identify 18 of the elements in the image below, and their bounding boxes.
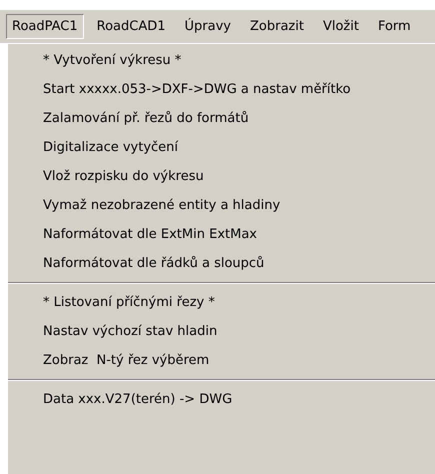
- menu-item[interactable]: Naformátovat dle ExtMin ExtMax: [8, 220, 435, 249]
- menu-bar-item[interactable]: Zobrazit: [244, 14, 310, 39]
- menu-bar-item[interactable]: Úpravy: [178, 14, 237, 39]
- menu-item[interactable]: Start xxxxx.053->DXF->DWG a nastav měřítko: [8, 75, 435, 104]
- menu-item[interactable]: Zalamování př. řezů do formátů: [8, 104, 435, 133]
- menu-item[interactable]: * Listovaní příčnými řezy *: [8, 288, 435, 317]
- menu-bar-item[interactable]: Vložit: [316, 14, 365, 39]
- menu-item[interactable]: Nastav výchozí stav hladin: [8, 317, 435, 346]
- menu-bar-item[interactable]: Form: [372, 14, 417, 39]
- menu-item[interactable]: * Vytvoření výkresu *: [8, 46, 435, 75]
- menu-bar-item[interactable]: RoadPAC1: [6, 14, 84, 39]
- menu-item[interactable]: Vlož rozpisku do výkresu: [8, 162, 435, 191]
- menu-item[interactable]: Data xxx.V27(terén) -> DWG: [8, 385, 435, 414]
- menu-bar-item[interactable]: RoadCAD1: [90, 14, 172, 39]
- menu-item[interactable]: Vymaž nezobrazené entity a hladiny: [8, 191, 435, 220]
- menu-item[interactable]: Zobraz N-tý řez výběrem: [8, 346, 435, 375]
- menu-item[interactable]: Digitalizace vytyčení: [8, 133, 435, 162]
- menu-item[interactable]: Naformátovat dle řádků a sloupců: [8, 249, 435, 278]
